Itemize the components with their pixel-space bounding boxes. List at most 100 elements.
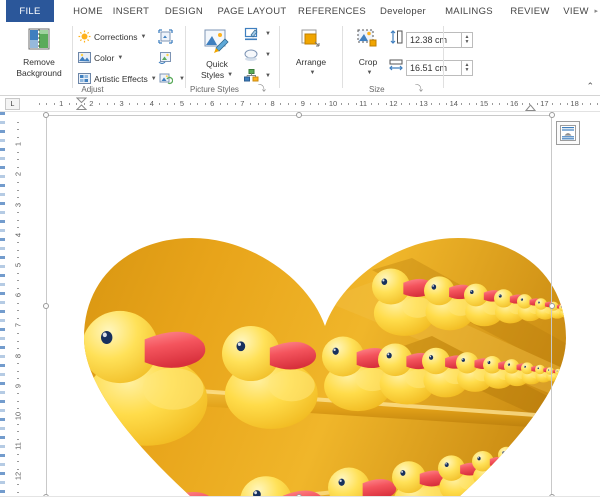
ruler-tick-7: 7 bbox=[240, 99, 245, 108]
tab-view[interactable]: VIEW bbox=[558, 0, 594, 22]
group-label-adjust: Adjust bbox=[81, 85, 104, 94]
artistic-effects-icon bbox=[78, 72, 91, 85]
ribbon-group-picture-styles: Quick Styles ▼ ▼ ▼ ▼ Picture Styles ⤵ bbox=[186, 22, 279, 96]
selection-handle-top-right[interactable] bbox=[549, 112, 555, 118]
ruler-tick-8: 8 bbox=[270, 99, 275, 108]
vruler-minor-tick bbox=[17, 348, 19, 350]
tab-design-label: DESIGN bbox=[164, 5, 204, 17]
ruler-minor-tick bbox=[295, 103, 297, 105]
vruler-minor-tick bbox=[17, 393, 19, 395]
crop-button[interactable]: Crop ▼ bbox=[347, 28, 389, 79]
ruler-minor-tick bbox=[174, 103, 176, 105]
selection-handle-middle-left[interactable] bbox=[43, 303, 49, 309]
ruler-minor-tick bbox=[567, 103, 569, 105]
vruler-tick-4: 4 bbox=[13, 232, 23, 237]
arrange-button[interactable]: Arrange ▼ bbox=[286, 28, 336, 79]
tab-page-layout[interactable]: PAGE LAYOUT bbox=[212, 0, 292, 22]
vruler-tick-12: 12 bbox=[13, 472, 23, 481]
tab-developer-label: Developer bbox=[379, 5, 426, 17]
left-edge-strip[interactable] bbox=[0, 112, 5, 500]
layout-options-icon bbox=[560, 125, 576, 141]
ruler-minor-tick bbox=[204, 103, 206, 105]
picture-layout-icon bbox=[244, 69, 259, 83]
ruler-minor-tick bbox=[446, 103, 448, 105]
picture-effects-caret-icon[interactable]: ▼ bbox=[265, 52, 271, 58]
vruler-minor-tick bbox=[17, 159, 19, 161]
vruler-minor-tick bbox=[17, 151, 19, 153]
ruler-minor-tick bbox=[68, 103, 70, 105]
tab-file[interactable]: FILE bbox=[6, 0, 54, 22]
document-page[interactable]: Photoshop online.vn bbox=[26, 112, 600, 500]
vruler-minor-tick bbox=[17, 257, 19, 259]
right-indent-marker-icon[interactable] bbox=[525, 103, 536, 111]
change-picture-button[interactable] bbox=[158, 50, 176, 65]
ruler-minor-tick bbox=[400, 103, 402, 105]
tab-mailings[interactable]: MAILINGS bbox=[436, 0, 502, 22]
corrections-button[interactable]: Corrections ▼ bbox=[78, 30, 146, 43]
picture-border-caret-icon[interactable]: ▼ bbox=[265, 31, 271, 37]
compress-pictures-icon bbox=[158, 29, 173, 44]
selection-handle-middle-right[interactable] bbox=[549, 303, 555, 309]
arrange-icon bbox=[298, 28, 324, 55]
collapse-ribbon-icon[interactable]: ⌃ bbox=[586, 81, 594, 92]
ruler-minor-tick bbox=[476, 103, 478, 105]
vruler-minor-tick bbox=[17, 453, 19, 455]
size-dialog-launcher[interactable]: ⤵ bbox=[415, 83, 423, 94]
ruler-minor-tick bbox=[468, 103, 470, 105]
remove-background-label-1: Remove bbox=[23, 57, 55, 67]
tab-overflow-arrow-icon[interactable]: ▸ bbox=[594, 7, 598, 15]
layout-options-button[interactable] bbox=[556, 121, 580, 145]
group-label-size: Size bbox=[369, 85, 385, 94]
picture-effects-button[interactable]: ▼ bbox=[244, 48, 271, 62]
tab-references[interactable]: REFERENCES bbox=[292, 0, 372, 22]
color-button[interactable]: Color ▼ bbox=[78, 51, 123, 64]
arrange-caret-icon[interactable]: ▼ bbox=[310, 68, 316, 79]
tab-mailings-label: MAILINGS bbox=[445, 5, 493, 17]
vertical-ruler[interactable]: 1 2 3 4 5 6 7 8 9 10 11 12 bbox=[10, 112, 26, 500]
ruler-tick-3: 3 bbox=[119, 99, 124, 108]
horizontal-ruler[interactable]: L 1 2 3 4 5 6 7 8 9 10 11 12 13 14 15 16 17 18 bbox=[0, 96, 600, 112]
shape-width-spinner[interactable]: ▲ ▼ bbox=[462, 59, 473, 76]
indent-markers-icon[interactable] bbox=[76, 97, 87, 111]
artistic-effects-caret-icon[interactable]: ▼ bbox=[151, 76, 157, 82]
compress-pictures-button[interactable] bbox=[158, 29, 176, 44]
corrections-caret-icon[interactable]: ▼ bbox=[140, 34, 146, 40]
crop-icon bbox=[355, 28, 381, 55]
ruler-tick-16: 16 bbox=[510, 99, 519, 108]
picture-layout-button[interactable]: ▼ bbox=[244, 69, 271, 83]
tab-review[interactable]: REVIEW bbox=[502, 0, 558, 22]
tab-developer[interactable]: Developer bbox=[372, 0, 434, 22]
tab-stop-selector[interactable]: L bbox=[5, 98, 20, 110]
quick-styles-caret-icon[interactable]: ▼ bbox=[227, 70, 233, 81]
tab-insert[interactable]: INSERT bbox=[104, 0, 158, 22]
crop-caret-icon[interactable]: ▼ bbox=[367, 68, 373, 79]
remove-background-button[interactable]: Remove Background bbox=[8, 28, 70, 79]
shape-width-input[interactable]: 16.51 cm bbox=[406, 59, 462, 76]
vruler-tick-11: 11 bbox=[13, 442, 23, 451]
picture-styles-dialog-launcher[interactable]: ⤵ bbox=[258, 83, 266, 94]
word-window: FILE HOME INSERT DESIGN PAGE LAYOUT REFE… bbox=[0, 0, 600, 500]
shape-height-field[interactable]: 12.38 cm ▲ ▼ bbox=[389, 30, 473, 49]
tab-design[interactable]: DESIGN bbox=[156, 0, 212, 22]
selection-frame bbox=[46, 115, 552, 497]
quick-styles-button[interactable]: Quick Styles ▼ bbox=[194, 28, 240, 81]
ruler-minor-tick bbox=[129, 103, 131, 105]
shape-width-field[interactable]: 16.51 cm ▲ ▼ bbox=[389, 58, 473, 77]
ruler-tick-17: 17 bbox=[540, 99, 549, 108]
crop-label: Crop bbox=[358, 57, 378, 67]
artistic-effects-button[interactable]: Artistic Effects ▼ bbox=[78, 72, 157, 85]
picture-border-button[interactable]: ▼ bbox=[244, 27, 271, 41]
shape-height-input[interactable]: 12.38 cm bbox=[406, 31, 462, 48]
selection-handle-top-left[interactable] bbox=[43, 112, 49, 118]
shape-height-spinner[interactable]: ▲ ▼ bbox=[462, 31, 473, 48]
reset-picture-button[interactable]: ▼ bbox=[158, 71, 185, 86]
color-caret-icon[interactable]: ▼ bbox=[117, 55, 123, 61]
ruler-minor-tick bbox=[582, 103, 584, 105]
vruler-minor-tick bbox=[17, 212, 19, 214]
horizontal-ruler-track[interactable]: 1 2 3 4 5 6 7 8 9 10 11 12 13 14 15 16 17 18 bbox=[26, 96, 600, 111]
ruler-minor-tick bbox=[234, 103, 236, 105]
vruler-minor-tick bbox=[17, 438, 19, 440]
picture-layout-caret-icon[interactable]: ▼ bbox=[265, 73, 271, 79]
selection-handle-top-center[interactable] bbox=[296, 112, 302, 118]
ruler-tick-1: 1 bbox=[59, 99, 64, 108]
